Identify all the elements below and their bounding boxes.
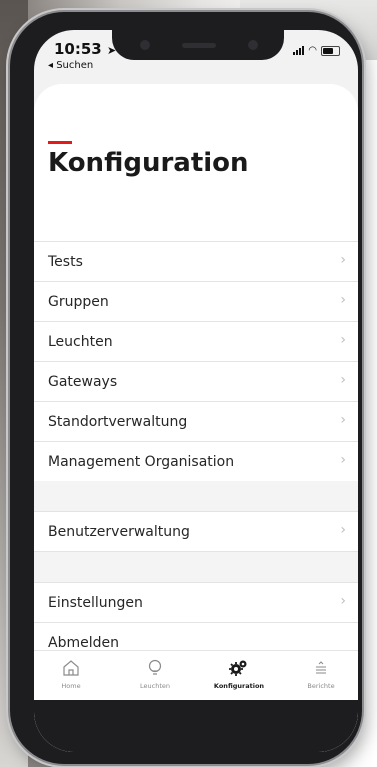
settings-list-group-2: Benutzerverwaltung ›: [34, 511, 358, 552]
status-icons: ◠: [293, 45, 340, 56]
menu-item-label: Tests: [48, 253, 83, 270]
tab-label: Konfiguration: [213, 682, 265, 690]
chevron-right-icon: ›: [340, 522, 346, 538]
chevron-right-icon: ›: [340, 412, 346, 428]
title-accent-bar: [48, 141, 72, 144]
speaker-grille: [182, 43, 216, 48]
device-bottom-bezel: [34, 700, 358, 752]
menu-item-label: Standortverwaltung: [48, 413, 188, 430]
phone-frame: 10:53 ➤ ◂ Suchen ◠ Konfiguration Tests ›: [10, 12, 362, 764]
report-icon: [286, 657, 356, 679]
back-to-app-link[interactable]: ◂ Suchen: [48, 60, 93, 71]
chevron-right-icon: ›: [340, 452, 346, 468]
settings-list-group-1: Tests › Gruppen › Leuchten › Gateways › …: [34, 241, 358, 482]
menu-item-gruppen[interactable]: Gruppen ›: [34, 281, 358, 321]
menu-item-einstellungen[interactable]: Einstellungen ›: [34, 582, 358, 622]
menu-item-label: Benutzerverwaltung: [48, 523, 190, 540]
phone-screen: 10:53 ➤ ◂ Suchen ◠ Konfiguration Tests ›: [34, 30, 358, 752]
menu-item-leuchten[interactable]: Leuchten ›: [34, 321, 358, 361]
status-time: 10:53 ➤: [54, 40, 117, 58]
menu-item-benutzerverwaltung[interactable]: Benutzerverwaltung ›: [34, 511, 358, 552]
wifi-icon: ◠: [308, 45, 317, 56]
menu-item-gateways[interactable]: Gateways ›: [34, 361, 358, 401]
tab-berichte[interactable]: Berichte: [286, 657, 356, 690]
menu-item-standortverwaltung[interactable]: Standortverwaltung ›: [34, 401, 358, 441]
menu-item-label: Abmelden: [48, 634, 119, 651]
tab-home[interactable]: Home: [36, 657, 106, 690]
page-title: Konfiguration: [48, 148, 249, 178]
tab-bar: Home Leuchten Konfiguration Berichte: [34, 650, 358, 701]
menu-item-label: Einstellungen: [48, 594, 143, 611]
tab-konfiguration[interactable]: Konfiguration: [204, 657, 274, 690]
chevron-right-icon: ›: [340, 292, 346, 308]
battery-icon: [321, 45, 340, 56]
sensor-dot: [140, 40, 150, 50]
menu-item-label: Gateways: [48, 373, 118, 390]
lightbulb-icon: [120, 657, 190, 679]
chevron-right-icon: ›: [340, 252, 346, 268]
home-icon: [36, 657, 106, 679]
chevron-right-icon: ›: [340, 332, 346, 348]
menu-item-tests[interactable]: Tests ›: [34, 241, 358, 281]
signal-icon: [293, 46, 305, 55]
tab-label: Leuchten: [140, 682, 170, 690]
tab-label: Home: [61, 682, 81, 690]
menu-item-label: Management Organisation: [48, 453, 235, 470]
group-spacer: [34, 481, 358, 511]
chevron-right-icon: ›: [340, 593, 346, 609]
tab-leuchten[interactable]: Leuchten: [120, 657, 190, 690]
chevron-right-icon: ›: [340, 372, 346, 388]
tab-label: Berichte: [307, 682, 335, 690]
device-notch: [112, 30, 284, 60]
camera-dot: [248, 40, 258, 50]
gears-icon: [204, 657, 274, 679]
group-spacer: [34, 552, 358, 582]
menu-item-label: Gruppen: [48, 293, 109, 310]
menu-item-label: Leuchten: [48, 333, 113, 350]
menu-item-management-organisation[interactable]: Management Organisation ›: [34, 441, 358, 482]
